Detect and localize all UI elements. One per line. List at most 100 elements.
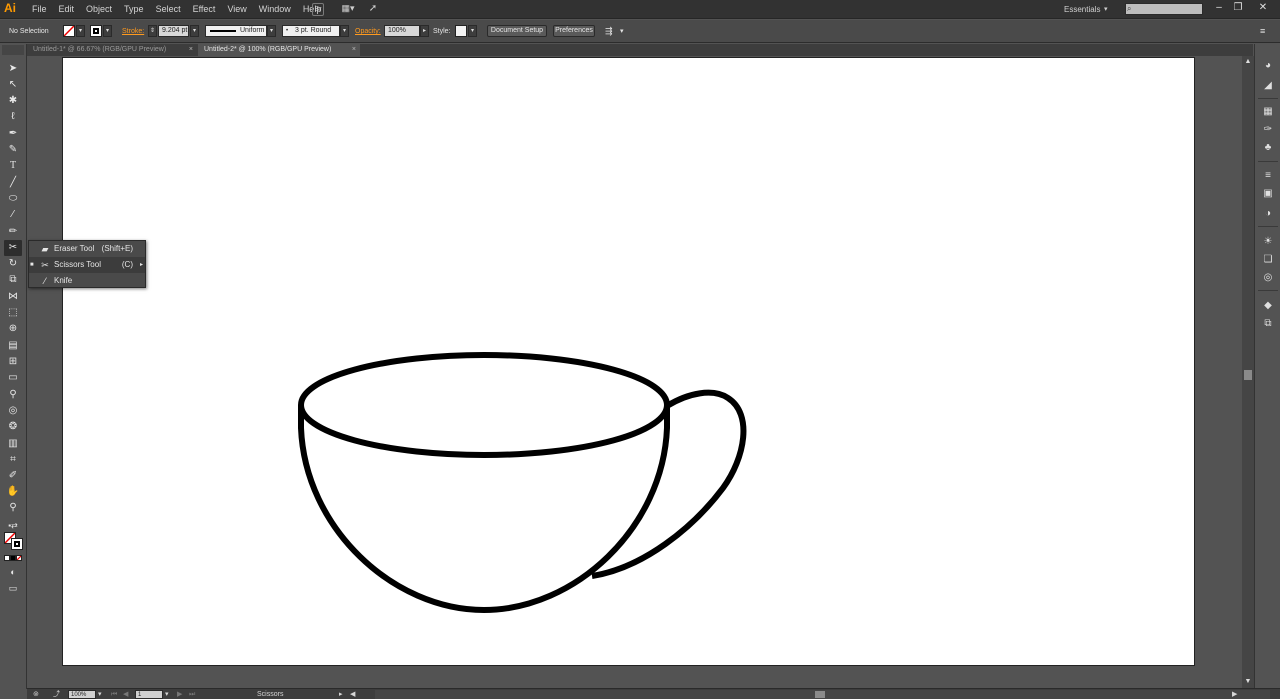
rotate-tool-icon[interactable]: ↻	[4, 256, 22, 272]
brush-definition[interactable]: • 3 pt. Round	[282, 25, 340, 37]
draw-mode-icon[interactable]: ◐	[4, 564, 22, 580]
menu-edit[interactable]: Edit	[53, 0, 81, 19]
shape-builder-tool-icon[interactable]: ⊕	[4, 321, 22, 337]
scissors-tool-icon[interactable]: ✂	[4, 240, 22, 256]
artboard-tool-icon[interactable]: ⌗	[4, 452, 22, 468]
stroke-weight-input[interactable]: 9.204 pt	[158, 25, 189, 37]
menu-file[interactable]: File	[26, 0, 53, 19]
mesh-tool-icon[interactable]: ⊞	[4, 354, 22, 370]
menu-type[interactable]: Type	[118, 0, 150, 19]
vertical-scrollbar[interactable]: ▲ ▼	[1242, 56, 1254, 688]
selection-tool-icon[interactable]: ➤	[4, 61, 22, 77]
variable-width-profile[interactable]: Uniform	[205, 25, 267, 37]
scroll-down-icon[interactable]: ▼	[1243, 678, 1253, 685]
scroll-right-icon[interactable]: ▶	[1232, 689, 1237, 699]
curvature-tool-icon[interactable]: ✎	[4, 142, 22, 158]
minimize-icon[interactable]: –	[1211, 1, 1227, 15]
stroke-weight-stepper[interactable]: ⇕	[148, 25, 157, 37]
horizontal-scrollbar[interactable]	[375, 690, 1270, 699]
artboards-panel-icon[interactable]: ⧉	[1259, 316, 1277, 332]
previous-artboard-icon[interactable]: ◀	[123, 689, 128, 699]
panel-menu-icon[interactable]: ≡	[1260, 20, 1265, 43]
style-dropdown[interactable]: ▾	[468, 25, 477, 37]
slice-tool-icon[interactable]: ✐	[4, 468, 22, 484]
screen-mode-icon[interactable]: ▭	[4, 580, 22, 596]
stroke-dropdown[interactable]: ▾	[103, 25, 112, 37]
document-setup-button[interactable]: Document Setup	[487, 25, 547, 37]
fill-swatch[interactable]	[63, 25, 75, 37]
menu-select[interactable]: Select	[150, 0, 187, 19]
stroke-label[interactable]: Stroke:	[122, 20, 144, 43]
opacity-label[interactable]: Opacity:	[355, 20, 381, 43]
magic-wand-tool-icon[interactable]: ✱	[4, 93, 22, 109]
menu-effect[interactable]: Effect	[187, 0, 222, 19]
artboard-dropdown-icon[interactable]: ▾	[165, 689, 169, 699]
scale-tool-icon[interactable]: ⧉	[4, 272, 22, 288]
cup-rim-ellipse[interactable]	[298, 352, 670, 458]
chevron-down-icon[interactable]: ▾	[1104, 0, 1108, 19]
brushes-panel-icon[interactable]: ✑	[1259, 122, 1277, 138]
last-artboard-icon[interactable]: ⏭	[189, 689, 195, 699]
artboard[interactable]	[62, 57, 1195, 666]
pencil-tool-icon[interactable]: ✏	[4, 224, 22, 240]
preferences-button[interactable]: Preferences	[553, 25, 595, 37]
gradient-tool-icon[interactable]: ▭	[4, 370, 22, 386]
type-tool-icon[interactable]: T	[4, 158, 22, 174]
teacup-drawing[interactable]	[298, 352, 747, 613]
artboard-number-input[interactable]: 1	[135, 690, 163, 699]
export-icon[interactable]: ⤴	[53, 689, 60, 699]
ellipse-tool-icon[interactable]: ⬭	[4, 191, 22, 207]
zoom-tool-icon[interactable]: ⚲	[4, 500, 22, 516]
layers-panel-icon[interactable]: ◆	[1259, 298, 1277, 314]
close-icon[interactable]: ✕	[1255, 1, 1271, 15]
zoom-dropdown-icon[interactable]: ▾	[98, 689, 102, 699]
profile-dropdown[interactable]: ▾	[267, 25, 276, 37]
line-tool-icon[interactable]: ╱	[4, 175, 22, 191]
eyedropper-tool-icon[interactable]: ⚲	[4, 387, 22, 403]
flyout-item-knife[interactable]: ⁄ Knife	[29, 273, 145, 289]
swatches-panel-icon[interactable]: ▦	[1259, 104, 1277, 120]
opacity-dropdown[interactable]: ▸	[420, 25, 429, 37]
flyout-item-eraser[interactable]: ▰ Eraser Tool (Shift+E)	[29, 241, 145, 257]
fill-dropdown[interactable]: ▾	[76, 25, 85, 37]
search-input[interactable]	[1125, 3, 1203, 15]
symbol-sprayer-tool-icon[interactable]: ❂	[4, 419, 22, 435]
vertical-scroll-thumb[interactable]	[1244, 370, 1252, 380]
scroll-left-icon[interactable]: ◀	[350, 689, 355, 699]
stroke-color-box[interactable]	[11, 538, 23, 550]
flyout-item-scissors[interactable]: ■ ✂ Scissors Tool (C) ▸	[29, 257, 145, 273]
bridge-button[interactable]: Br	[312, 3, 324, 16]
cc-libraries-icon[interactable]: ◎	[1259, 270, 1277, 286]
free-transform-tool-icon[interactable]: ⬚	[4, 305, 22, 321]
first-artboard-icon[interactable]: ⏮	[111, 689, 117, 699]
column-graph-tool-icon[interactable]: ▥	[4, 436, 22, 452]
restore-icon[interactable]: ❐	[1230, 1, 1246, 15]
graphic-styles-panel-icon[interactable]: ❏	[1259, 252, 1277, 268]
paintbrush-tool-icon[interactable]: ⁄	[4, 207, 22, 223]
tab-untitled-2[interactable]: Untitled-2* @ 100% (RGB/GPU Preview) ×	[198, 44, 360, 56]
width-tool-icon[interactable]: ⋈	[4, 289, 22, 305]
stroke-swatch[interactable]	[90, 25, 102, 37]
arrange-documents-icon[interactable]: ▦▾	[338, 3, 358, 16]
canvas-area[interactable]	[27, 56, 1242, 686]
artwork[interactable]	[63, 58, 1194, 665]
brush-dropdown[interactable]: ▾	[340, 25, 349, 37]
color-guide-icon[interactable]: ◢	[1259, 78, 1277, 94]
cc-icon[interactable]: ⊚	[33, 689, 39, 699]
direct-selection-tool-icon[interactable]: ↖	[4, 77, 22, 93]
stroke-weight-dropdown[interactable]: ▾	[190, 25, 199, 37]
menu-window[interactable]: Window	[253, 0, 297, 19]
control-menu-icon[interactable]: ▾	[620, 20, 624, 43]
gradient-panel-icon[interactable]: ▣	[1259, 186, 1277, 202]
close-icon[interactable]: ×	[352, 44, 356, 56]
none-mode-icon[interactable]	[16, 555, 22, 561]
hand-tool-icon[interactable]: ✋	[4, 484, 22, 500]
tearoff-arrow-icon[interactable]: ▸	[140, 257, 143, 273]
blend-tool-icon[interactable]: ◎	[4, 403, 22, 419]
color-panel-icon[interactable]: ◕	[1259, 58, 1277, 74]
toolbox-grip[interactable]	[2, 45, 24, 55]
align-options-icon[interactable]: ⇶	[605, 20, 613, 43]
zoom-level-input[interactable]: 100%	[68, 690, 96, 699]
perspective-grid-tool-icon[interactable]: ▤	[4, 338, 22, 354]
stroke-panel-icon[interactable]: ≡	[1259, 168, 1277, 184]
